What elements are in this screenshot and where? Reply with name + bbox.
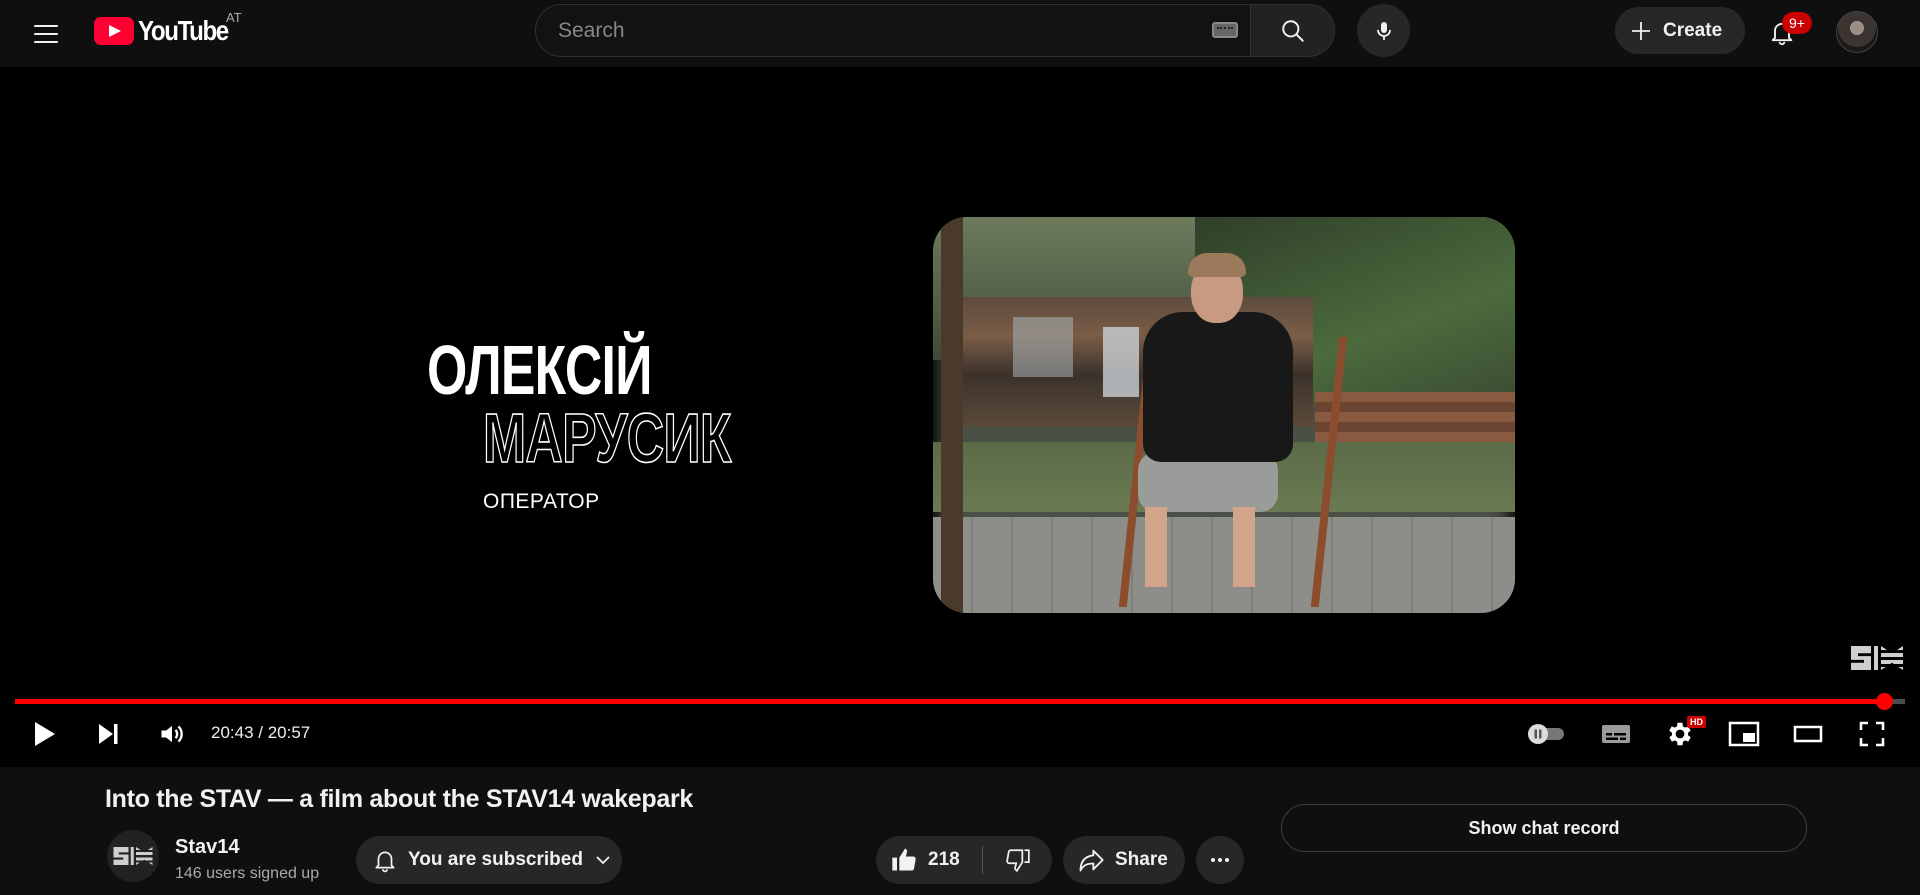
- channel-name[interactable]: Stav14: [175, 836, 240, 859]
- like-count: 218: [928, 849, 960, 870]
- like-button[interactable]: 218: [876, 836, 982, 884]
- account-avatar[interactable]: [1836, 11, 1878, 53]
- miniplayer-icon: [1728, 721, 1760, 747]
- overlay-first-name: ОЛЕКСІЙ: [427, 331, 652, 409]
- menu-icon: [34, 25, 58, 27]
- bell-icon: [375, 851, 395, 873]
- youtube-play-logo-icon: [94, 17, 134, 45]
- fullscreen-icon: [1859, 721, 1885, 747]
- play-button[interactable]: [22, 713, 66, 755]
- more-actions-button[interactable]: [1196, 836, 1244, 884]
- video-frame-name-overlay: ОЛЕКСІЙ МАРУСИК ОПЕРАТОР: [427, 331, 732, 513]
- show-chat-record-button[interactable]: Show chat record: [1281, 804, 1807, 852]
- volume-icon: [161, 725, 183, 743]
- video-player[interactable]: ОЛЕКСІЙ МАРУСИК ОПЕРАТОР 20:43 / 20:57 H…: [0, 67, 1920, 767]
- video-frame-interview-shot: [933, 217, 1515, 613]
- hd-badge: HD: [1687, 716, 1706, 728]
- play-icon: [35, 722, 55, 746]
- theater-mode-button[interactable]: [1786, 713, 1830, 755]
- search-button[interactable]: [1251, 4, 1335, 57]
- subtitles-icon: [1602, 725, 1630, 743]
- dislike-button[interactable]: [983, 836, 1052, 884]
- subscribed-label: You are subscribed: [408, 849, 583, 870]
- plus-icon: [1632, 21, 1650, 40]
- mic-icon: [1376, 21, 1391, 40]
- chevron-down-icon: [596, 856, 610, 865]
- autoplay-toggle[interactable]: [1522, 713, 1570, 755]
- like-dislike-group: 218: [876, 836, 1052, 884]
- more-horizontal-icon: [1211, 858, 1229, 862]
- search-box: [535, 4, 1251, 57]
- progress-scrubber-handle[interactable]: [1875, 693, 1893, 710]
- voice-search-button[interactable]: [1357, 4, 1410, 57]
- youtube-logo[interactable]: YouTube: [94, 15, 242, 46]
- subscribed-button[interactable]: You are subscribed: [356, 836, 622, 884]
- progress-bar[interactable]: [15, 693, 1905, 710]
- next-icon: [99, 724, 118, 744]
- share-label: Share: [1115, 849, 1168, 870]
- miniplayer-button[interactable]: [1722, 713, 1766, 755]
- show-chat-record-label: Show chat record: [1468, 817, 1620, 838]
- create-label: Create: [1663, 19, 1723, 41]
- fullscreen-button[interactable]: [1850, 713, 1894, 755]
- mute-button[interactable]: [150, 713, 194, 755]
- channel-subscriber-count: 146 users signed up: [175, 865, 320, 882]
- create-button[interactable]: Create: [1615, 7, 1745, 54]
- channel-watermark-logo[interactable]: [1851, 645, 1903, 671]
- share-icon: [1079, 849, 1104, 872]
- masthead: YouTube AT Create 9+: [0, 0, 1920, 67]
- progress-played: [15, 699, 1884, 704]
- share-button[interactable]: Share: [1063, 836, 1185, 884]
- theater-icon: [1793, 725, 1823, 743]
- time-display: 20:43 / 20:57: [211, 723, 311, 742]
- overlay-role: ОПЕРАТОР: [483, 490, 600, 513]
- overlay-last-name: МАРУСИК: [482, 399, 732, 477]
- logo-text: YouTube: [138, 15, 229, 46]
- subtitles-button[interactable]: [1594, 713, 1638, 755]
- search-input[interactable]: [558, 5, 1198, 56]
- autoplay-toggle-icon: [1528, 724, 1564, 744]
- keyboard-icon[interactable]: [1212, 22, 1238, 38]
- thumbs-up-icon: [892, 848, 916, 871]
- video-title: Into the STAV — a film about the STAV14 …: [105, 785, 694, 813]
- next-button[interactable]: [86, 713, 130, 755]
- notification-count-badge: 9+: [1782, 12, 1812, 34]
- menu-button[interactable]: [26, 14, 66, 54]
- channel-logo-icon: [113, 846, 153, 866]
- thumbs-down-icon: [1005, 849, 1030, 873]
- country-code: AT: [226, 10, 242, 25]
- search-icon: [1281, 19, 1304, 42]
- channel-avatar[interactable]: [107, 830, 159, 882]
